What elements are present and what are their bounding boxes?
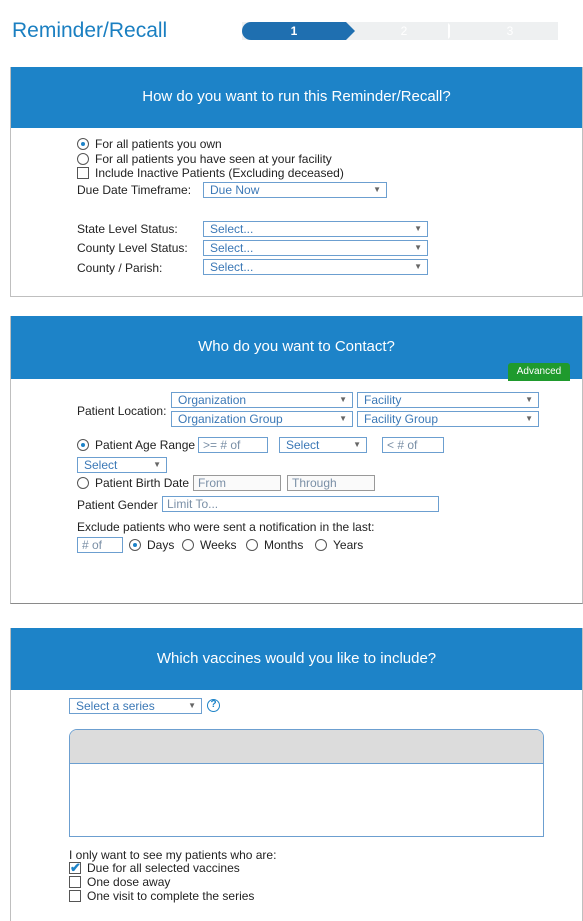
panel-body: For all patients you own For all patient…: [11, 127, 582, 275]
due-timeframe-select[interactable]: Due Now ▼: [203, 182, 387, 198]
years-label: Years: [333, 538, 364, 552]
advanced-button[interactable]: Advanced: [508, 363, 570, 381]
vaccine-list-header: [70, 730, 543, 764]
chevron-down-icon: ▼: [353, 440, 361, 449]
help-icon[interactable]: ?: [207, 699, 220, 712]
step-2[interactable]: 2: [354, 22, 454, 40]
own-patients-radio[interactable]: [77, 138, 89, 150]
age-range-label: Patient Age Range: [95, 438, 196, 452]
birth-date-radio[interactable]: [77, 477, 89, 489]
due-timeframe-label: Due Date Timeframe:: [77, 183, 192, 197]
facility-select[interactable]: Facility ▼: [357, 392, 539, 408]
one-dose-checkbox[interactable]: [69, 876, 81, 888]
chevron-down-icon: ▼: [188, 701, 196, 710]
age-max-input[interactable]: < # of: [382, 437, 444, 453]
chevron-down-icon: ▼: [414, 243, 422, 252]
vaccines-panel: Which vaccines would you like to include…: [10, 628, 583, 921]
county-parish-label: County / Parish:: [77, 261, 163, 275]
contact-panel: Who do you want to Contact? Patient Loca…: [10, 316, 583, 604]
step-1[interactable]: 1: [242, 22, 355, 40]
panel-body: Patient Location: Organization ▼ Facility…: [11, 363, 582, 553]
birth-from-input[interactable]: From: [193, 475, 281, 491]
weeks-radio[interactable]: [182, 539, 194, 551]
days-label: Days: [147, 538, 175, 552]
months-radio[interactable]: [246, 539, 258, 551]
chevron-down-icon: ▼: [373, 185, 381, 194]
birth-through-input[interactable]: Through: [287, 475, 375, 491]
step-3[interactable]: 3: [460, 22, 560, 40]
days-radio[interactable]: [129, 539, 141, 551]
facility-group-select[interactable]: Facility Group ▼: [357, 411, 539, 427]
progress-stepper: 1 2 3: [242, 22, 558, 40]
only-see-label: I only want to see my patients who are:: [69, 848, 277, 862]
chevron-down-icon: ▼: [153, 460, 161, 469]
seen-patients-label: For all patients you have seen at your f…: [95, 152, 332, 166]
due-all-checkbox[interactable]: ✔: [69, 861, 81, 874]
years-radio[interactable]: [315, 539, 327, 551]
series-select[interactable]: Select a series ▼: [69, 698, 202, 714]
vaccine-list: [69, 729, 544, 837]
page-title: Reminder/Recall: [12, 19, 168, 42]
age-range-radio[interactable]: [77, 439, 89, 451]
panel-heading: How do you want to run this Reminder/Rec…: [11, 67, 582, 127]
exclude-label: Exclude patients who were sent a notific…: [77, 520, 375, 534]
age-unit-select[interactable]: Select ▼: [279, 437, 367, 453]
chevron-down-icon: ▼: [414, 262, 422, 271]
gender-input[interactable]: Limit To...: [162, 496, 439, 512]
include-inactive-label: Include Inactive Patients (Excluding dec…: [95, 166, 344, 180]
one-visit-label: One visit to complete the series: [87, 889, 255, 903]
chevron-down-icon: ▼: [339, 414, 347, 423]
months-label: Months: [264, 538, 304, 552]
organization-select[interactable]: Organization ▼: [171, 392, 353, 408]
chevron-down-icon: ▼: [525, 395, 533, 404]
chevron-down-icon: ▼: [414, 224, 422, 233]
chevron-down-icon: ▼: [525, 414, 533, 423]
age-unit2-select[interactable]: Select ▼: [77, 457, 167, 473]
weeks-label: Weeks: [200, 538, 237, 552]
run-options-panel: How do you want to run this Reminder/Rec…: [10, 67, 583, 297]
patient-location-label: Patient Location:: [77, 404, 167, 418]
organization-group-select[interactable]: Organization Group ▼: [171, 411, 353, 427]
panel-body: Select a series ▼ ? I only want to see my…: [11, 689, 582, 903]
step-separator: [450, 23, 458, 39]
birth-date-label: Patient Birth Date: [95, 476, 190, 490]
state-status-label: State Level Status:: [77, 222, 178, 236]
panel-heading: Which vaccines would you like to include…: [11, 628, 582, 689]
notification-count-input[interactable]: # of: [77, 537, 123, 553]
one-visit-checkbox[interactable]: [69, 890, 81, 902]
county-parish-select[interactable]: Select... ▼: [203, 259, 428, 275]
age-min-input[interactable]: >= # of: [198, 437, 268, 453]
panel-heading: Who do you want to Contact?: [11, 316, 582, 378]
due-all-label: Due for all selected vaccines: [87, 861, 240, 875]
include-inactive-checkbox[interactable]: [77, 167, 89, 179]
gender-label: Patient Gender: [77, 498, 158, 512]
seen-patients-radio[interactable]: [77, 153, 89, 165]
own-patients-label: For all patients you own: [95, 137, 222, 151]
county-status-select[interactable]: Select... ▼: [203, 240, 428, 256]
county-status-label: County Level Status:: [77, 241, 188, 255]
chevron-down-icon: ▼: [339, 395, 347, 404]
state-status-select[interactable]: Select... ▼: [203, 221, 428, 237]
one-dose-label: One dose away: [87, 875, 171, 889]
